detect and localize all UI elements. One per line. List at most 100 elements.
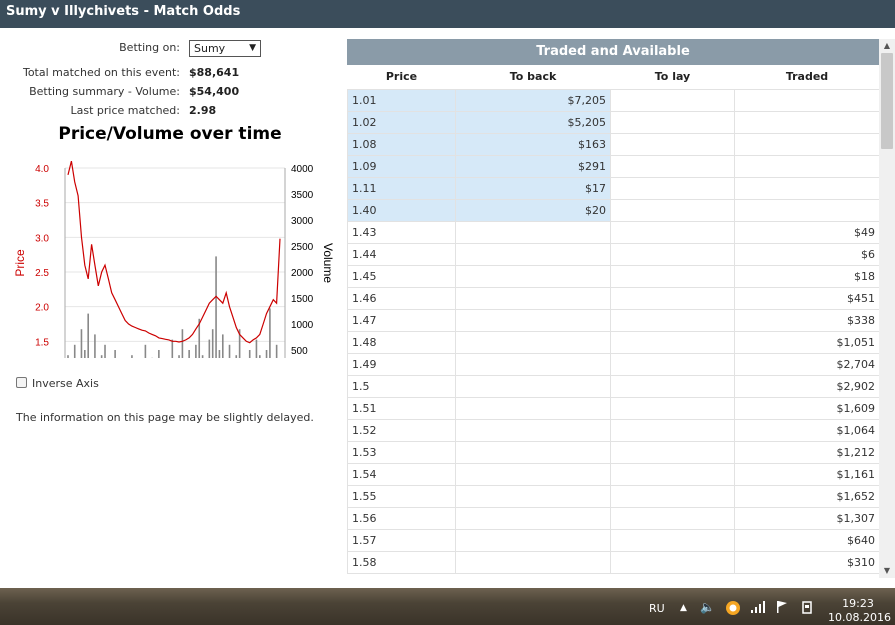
chevron-up-icon[interactable]: ▲ (680, 603, 687, 613)
volume-bar (178, 355, 180, 358)
ladder-back-cell[interactable] (455, 220, 611, 244)
ladder-price-cell: 1.58 (347, 550, 456, 574)
ladder-traded-cell: $2,704 (734, 352, 879, 376)
ladder-traded-cell: $49 (734, 220, 879, 244)
ladder-lay-cell[interactable] (610, 396, 735, 420)
ladder-lay-cell[interactable] (610, 132, 735, 156)
ladder-row: 1.48 $1,051 (347, 330, 879, 354)
scroll-down-arrow-icon[interactable]: ▼ (879, 564, 895, 578)
ladder-back-cell[interactable] (455, 484, 611, 508)
ladder-row: 1.49 $2,704 (347, 352, 879, 376)
ladder-lay-cell[interactable] (610, 176, 735, 200)
ladder-traded-cell (734, 132, 879, 156)
ladder-lay-cell[interactable] (610, 242, 735, 266)
ladder-lay-cell[interactable] (610, 220, 735, 244)
ladder-back-cell[interactable] (455, 352, 611, 376)
ladder-back-cell[interactable] (455, 528, 611, 552)
ladder-row: 1.55 $1,652 (347, 484, 879, 508)
ladder-scrollbar[interactable]: ▲ ▼ (879, 39, 895, 578)
ladder-lay-cell[interactable] (610, 418, 735, 442)
ladder-row: 1.56 $1,307 (347, 506, 879, 530)
ladder-back-cell[interactable] (455, 330, 611, 354)
volume-bar (211, 329, 214, 358)
ladder-back-cell[interactable] (455, 550, 611, 574)
clock[interactable]: 19:23 10.08.2016 (828, 597, 891, 625)
ladder-back-cell[interactable] (455, 242, 611, 266)
orange-ring-icon[interactable] (725, 600, 741, 619)
ladder-lay-cell[interactable] (610, 198, 735, 222)
device-icon[interactable] (800, 600, 814, 617)
volume-bar (228, 344, 231, 358)
volume-tick-label: 4000 (291, 164, 314, 175)
ladder-back-cell[interactable]: $7,205 (455, 88, 611, 112)
ladder-traded-cell: $1,212 (734, 440, 879, 464)
ladder-back-cell[interactable]: $291 (455, 154, 611, 178)
inverse-axis-control[interactable]: Inverse Axis (16, 377, 99, 390)
ladder-price-cell: 1.43 (347, 220, 456, 244)
ladder-lay-cell[interactable] (610, 286, 735, 310)
ladder-lay-cell[interactable] (610, 506, 735, 530)
col-to-lay: To lay (610, 65, 735, 89)
ladder-price-cell: 1.44 (347, 242, 456, 266)
volume-tick-label: 1000 (291, 320, 314, 331)
volume-tick-label: 2000 (291, 268, 314, 279)
ladder-lay-cell[interactable] (610, 110, 735, 134)
scroll-thumb[interactable] (881, 53, 893, 149)
ladder-lay-cell[interactable] (610, 462, 735, 486)
language-indicator[interactable]: RU (649, 602, 665, 615)
ladder-back-cell[interactable] (455, 506, 611, 530)
inverse-axis-checkbox[interactable] (16, 377, 27, 388)
ladder-lay-cell[interactable] (610, 154, 735, 178)
ladder-lay-cell[interactable] (610, 528, 735, 552)
ladder-lay-cell[interactable] (610, 330, 735, 354)
ladder-back-cell[interactable]: $17 (455, 176, 611, 200)
ladder-price-cell: 1.55 (347, 484, 456, 508)
volume-bar (87, 313, 89, 358)
volume-bar (259, 355, 261, 358)
ladder-back-cell[interactable] (455, 374, 611, 398)
ladder-lay-cell[interactable] (610, 308, 735, 332)
ladder-back-cell[interactable] (455, 440, 611, 464)
ladder-traded-cell: $640 (734, 528, 879, 552)
ladder-back-cell[interactable] (455, 286, 611, 310)
ladder-lay-cell[interactable] (610, 374, 735, 398)
ladder-price-cell: 1.52 (347, 418, 456, 442)
ladder-back-cell[interactable] (455, 308, 611, 332)
ladder-back-cell[interactable]: $5,205 (455, 110, 611, 134)
betting-summary-label: Betting summary - Volume: (29, 85, 180, 98)
ladder-back-cell[interactable] (455, 418, 611, 442)
ladder-lay-cell[interactable] (610, 550, 735, 574)
ladder-traded-cell: $310 (734, 550, 879, 574)
ladder-lay-cell[interactable] (610, 440, 735, 464)
ladder-back-cell[interactable] (455, 264, 611, 288)
betting-summary-value: $54,400 (189, 85, 240, 98)
total-matched-label: Total matched on this event: (22, 66, 180, 79)
ladder-lay-cell[interactable] (610, 484, 735, 508)
volume-bar (221, 334, 224, 358)
volume-bar (114, 350, 116, 358)
speaker-icon[interactable]: 🔈 (700, 600, 715, 614)
ladder-row: 1.09 $291 (347, 154, 879, 178)
flag-icon[interactable] (775, 600, 789, 617)
betting-on-select[interactable]: Sumy ▼ (189, 40, 261, 57)
volume-bar (255, 339, 258, 358)
ladder-price-cell: 1.02 (347, 110, 456, 134)
delay-notice: The information on this page may be slig… (16, 411, 314, 424)
volume-bar (144, 344, 147, 358)
scroll-up-arrow-icon[interactable]: ▲ (879, 39, 895, 53)
ladder-back-cell[interactable] (455, 462, 611, 486)
ladder-back-cell[interactable]: $163 (455, 132, 611, 156)
ladder-price-cell: 1.08 (347, 132, 456, 156)
left-panel: Betting on: Sumy ▼ Total matched on this… (0, 28, 345, 588)
ladder-lay-cell[interactable] (610, 352, 735, 376)
volume-tick-label: 3500 (291, 190, 314, 201)
ladder-lay-cell[interactable] (610, 88, 735, 112)
signal-bars-icon[interactable] (750, 600, 766, 617)
ladder-row: 1.53 $1,212 (347, 440, 879, 464)
ladder-lay-cell[interactable] (610, 264, 735, 288)
ladder-back-cell[interactable] (455, 396, 611, 420)
clock-date: 10.08.2016 (828, 611, 891, 624)
ladder-price-cell: 1.46 (347, 286, 456, 310)
ladder-traded-cell (734, 88, 879, 112)
ladder-back-cell[interactable]: $20 (455, 198, 611, 222)
